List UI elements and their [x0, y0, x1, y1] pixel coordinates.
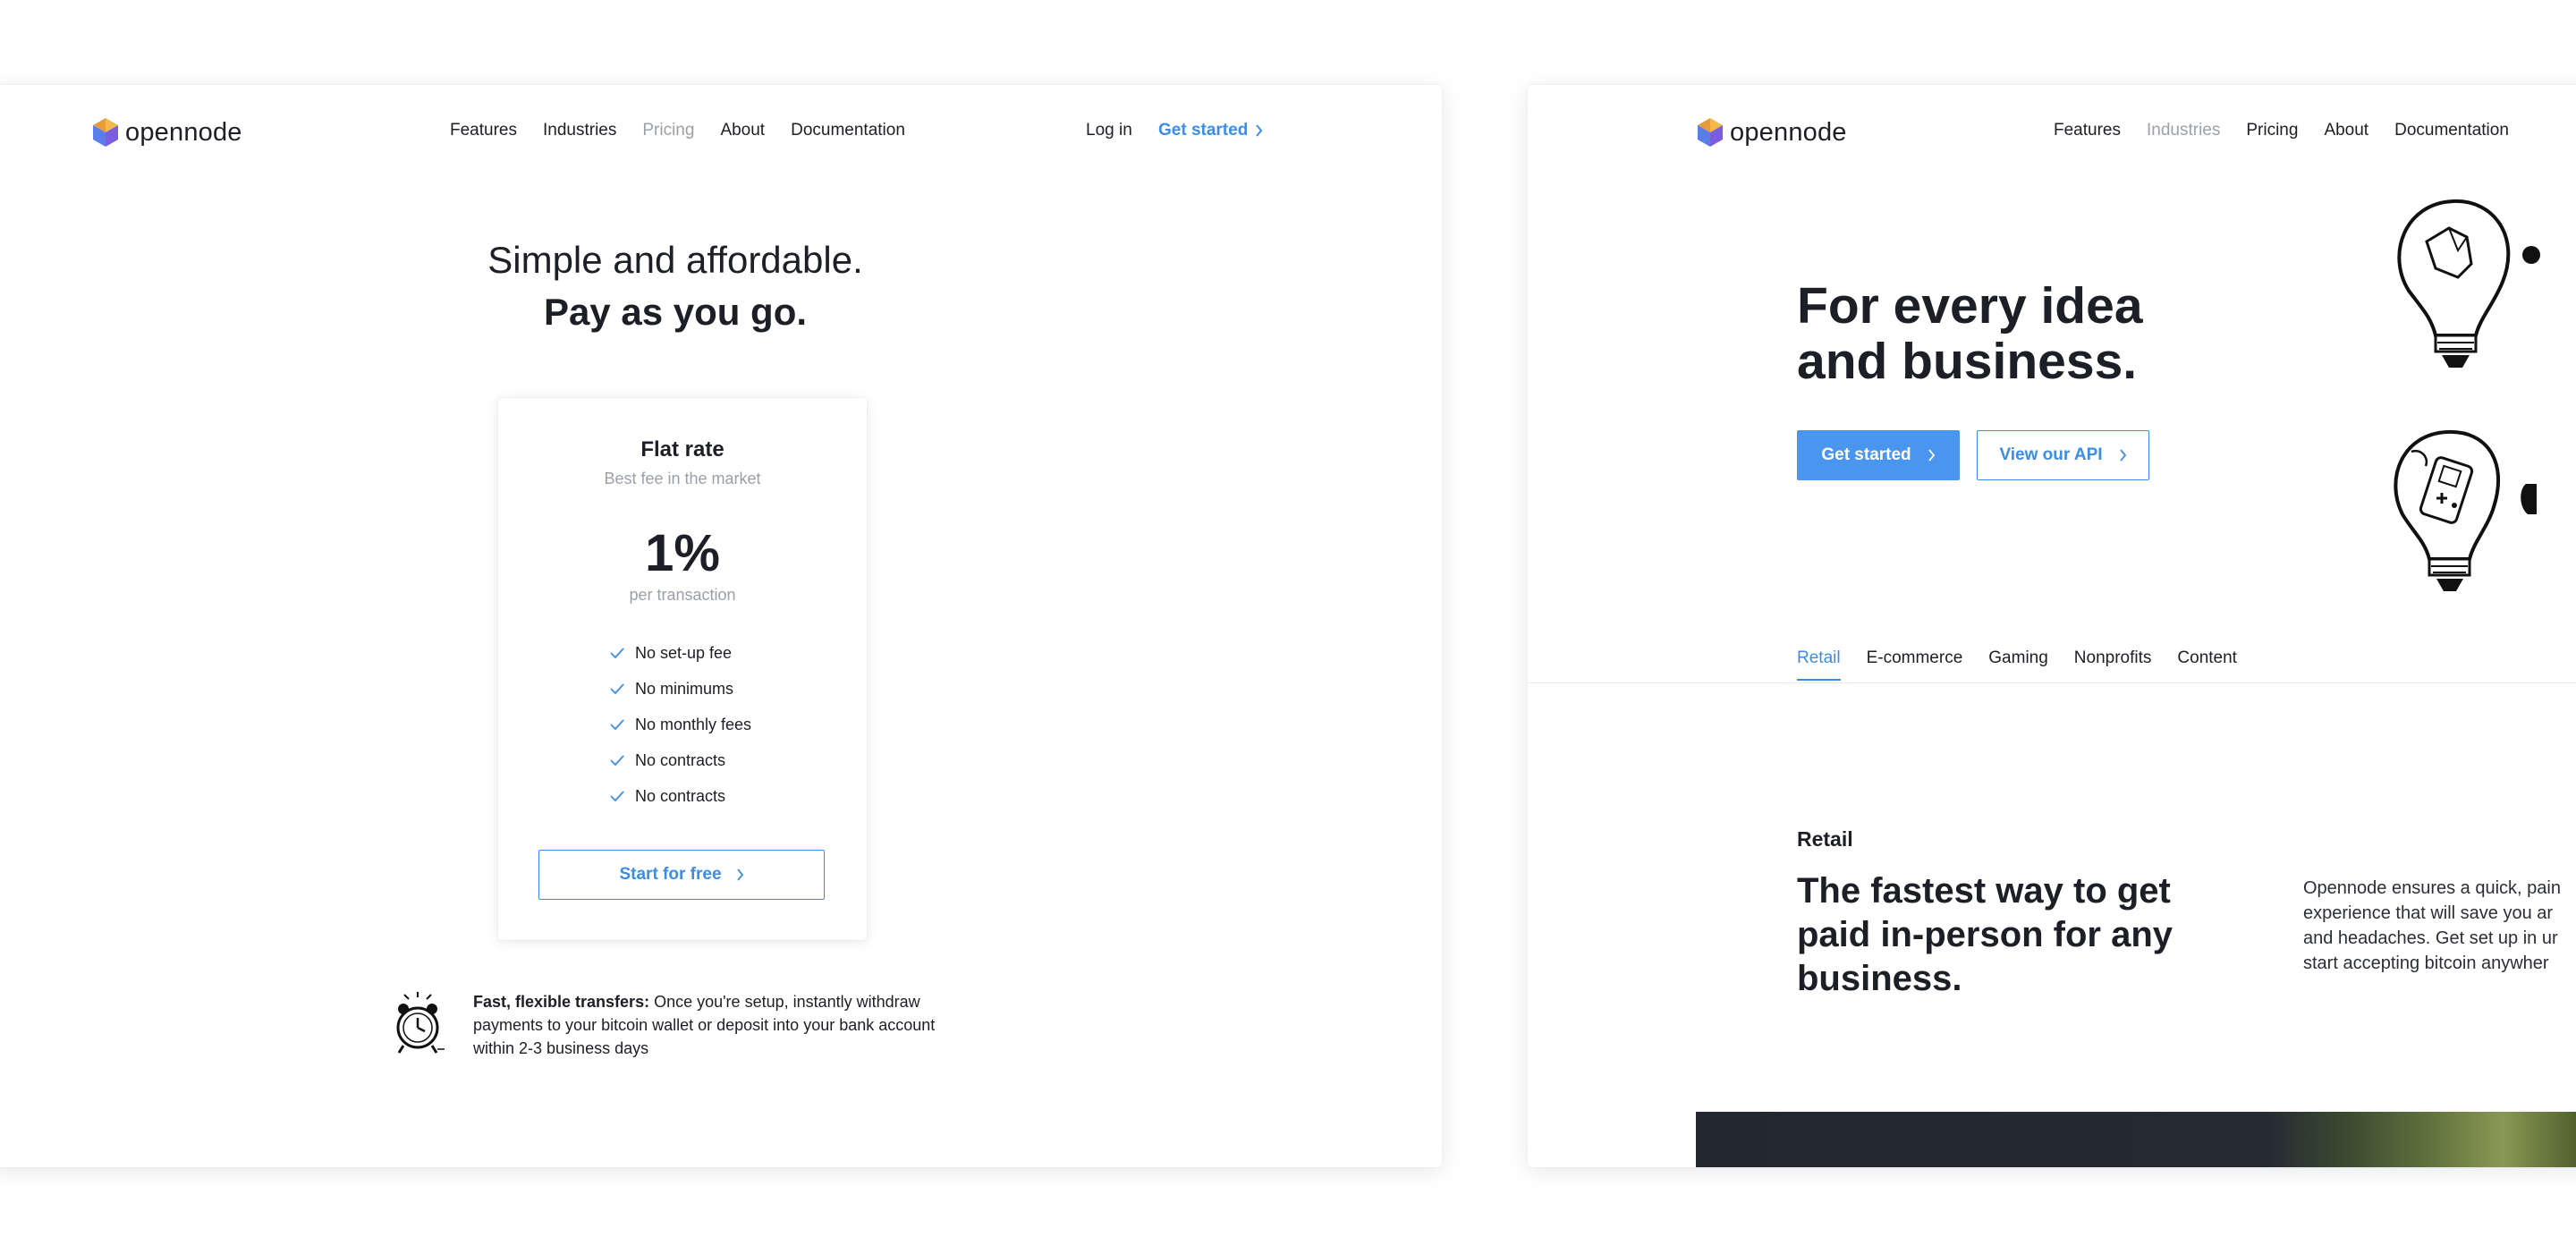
- login-link[interactable]: Log in: [1086, 121, 1132, 140]
- chevron-right-icon: [2119, 449, 2126, 462]
- lightbulb-gamepad-illustration: [2394, 429, 2537, 591]
- hero-title: Pay as you go.: [543, 291, 808, 333]
- feature-item: No contracts: [610, 742, 751, 778]
- retail-photo: [1696, 1112, 2576, 1167]
- industries-hero-title: For every idea and business.: [1797, 278, 2143, 389]
- check-icon: [610, 683, 624, 694]
- view-api-button[interactable]: View our API: [1977, 430, 2149, 480]
- check-icon: [610, 791, 624, 801]
- check-icon: [610, 755, 624, 766]
- nav-about[interactable]: About: [2324, 121, 2368, 140]
- nav-about[interactable]: About: [720, 121, 765, 140]
- price-unit: per transaction: [629, 586, 736, 604]
- logo-wordmark: opennode: [1730, 117, 1847, 147]
- get-started-label: Get started: [1821, 445, 1911, 464]
- plan-tagline: Best fee in the market: [604, 470, 761, 487]
- main-nav: Features Industries Pricing About Docume…: [450, 121, 931, 140]
- industry-tabs: Retail E-commerce Gaming Nonprofits Cont…: [1797, 648, 2263, 681]
- plan-name: Flat rate: [640, 437, 724, 462]
- section-title: The fastest way to get paid in-person fo…: [1797, 871, 2174, 998]
- start-for-free-label: Start for free: [619, 865, 722, 884]
- opennode-hex-icon: [93, 118, 118, 147]
- tab-nonprofits[interactable]: Nonprofits: [2074, 648, 2152, 681]
- nav-pricing[interactable]: Pricing: [2246, 121, 2298, 140]
- nav-pricing[interactable]: Pricing: [642, 121, 694, 140]
- get-started-link[interactable]: Get started: [1158, 121, 1263, 140]
- transfer-note: Fast, flexible transfers: Once you're se…: [391, 990, 974, 1060]
- main-nav: Features Industries Pricing About Docume…: [2054, 121, 2535, 140]
- section-body-line: and headaches. Get set up in ur: [2303, 928, 2558, 948]
- view-api-label: View our API: [1999, 445, 2103, 464]
- industries-page-panel: opennode Features Industries Pricing Abo…: [1528, 85, 2576, 1167]
- nav-documentation[interactable]: Documentation: [2394, 121, 2509, 140]
- section-body-line: Opennode ensures a quick, pain: [2303, 878, 2561, 898]
- opennode-logo[interactable]: opennode: [91, 117, 242, 148]
- pricing-page-panel: opennode Features Industries Pricing Abo…: [0, 85, 1442, 1167]
- feature-item: No monthly fees: [610, 707, 751, 742]
- opennode-logo[interactable]: opennode: [1696, 117, 1847, 148]
- transfer-heading: Fast, flexible transfers:: [473, 993, 650, 1011]
- nav-documentation[interactable]: Documentation: [791, 121, 905, 140]
- feature-item: No minimums: [610, 671, 751, 707]
- get-started-label: Get started: [1158, 121, 1249, 140]
- nav-features[interactable]: Features: [450, 121, 517, 140]
- tab-content[interactable]: Content: [2177, 648, 2237, 681]
- plan-price: 1%: [645, 524, 720, 582]
- get-started-button[interactable]: Get started: [1797, 430, 1960, 480]
- check-icon: [610, 719, 624, 730]
- chevron-right-icon: [1928, 449, 1935, 462]
- feature-label: No minimums: [635, 679, 734, 698]
- feature-label: No set-up fee: [635, 643, 733, 662]
- chevron-right-icon: [1256, 124, 1263, 137]
- feature-item: No contracts: [610, 778, 751, 814]
- start-for-free-button[interactable]: Start for free: [538, 850, 825, 900]
- feature-list: No set-up fee No minimums No monthly fee…: [610, 635, 751, 814]
- logo-wordmark: opennode: [125, 117, 242, 147]
- feature-label: No contracts: [635, 786, 726, 805]
- transfer-text: Fast, flexible transfers: Once you're se…: [473, 990, 974, 1060]
- tab-e-commerce[interactable]: E-commerce: [1867, 648, 1963, 681]
- feature-label: No contracts: [635, 750, 726, 769]
- section-eyebrow: Retail: [1797, 827, 1853, 851]
- tab-gaming[interactable]: Gaming: [1988, 648, 2048, 681]
- chevron-right-icon: [736, 868, 743, 881]
- pricing-card: Flat rate Best fee in the market 1% per …: [498, 398, 867, 940]
- check-icon: [610, 648, 624, 658]
- feature-item: No set-up fee: [610, 635, 751, 671]
- section-body-line: start accepting bitcoin anywher: [2303, 953, 2549, 973]
- nav-industries[interactable]: Industries: [2147, 121, 2220, 140]
- nav-industries[interactable]: Industries: [543, 121, 616, 140]
- section-body-line: experience that will save you ar: [2303, 903, 2554, 923]
- hero-subtitle: Simple and affordable.: [487, 239, 863, 281]
- nav-features[interactable]: Features: [2054, 121, 2121, 140]
- tabs-divider: [1528, 682, 2576, 683]
- tab-retail[interactable]: Retail: [1797, 648, 1841, 681]
- alarm-clock-icon: [396, 992, 445, 1054]
- opennode-hex-icon: [1698, 118, 1723, 147]
- hero-title-line: For every idea: [1797, 277, 2143, 335]
- section-body: Opennode ensures a quick, pain experienc…: [2303, 876, 2576, 976]
- feature-label: No monthly fees: [635, 715, 752, 733]
- hero-title-line: and business.: [1797, 333, 2138, 390]
